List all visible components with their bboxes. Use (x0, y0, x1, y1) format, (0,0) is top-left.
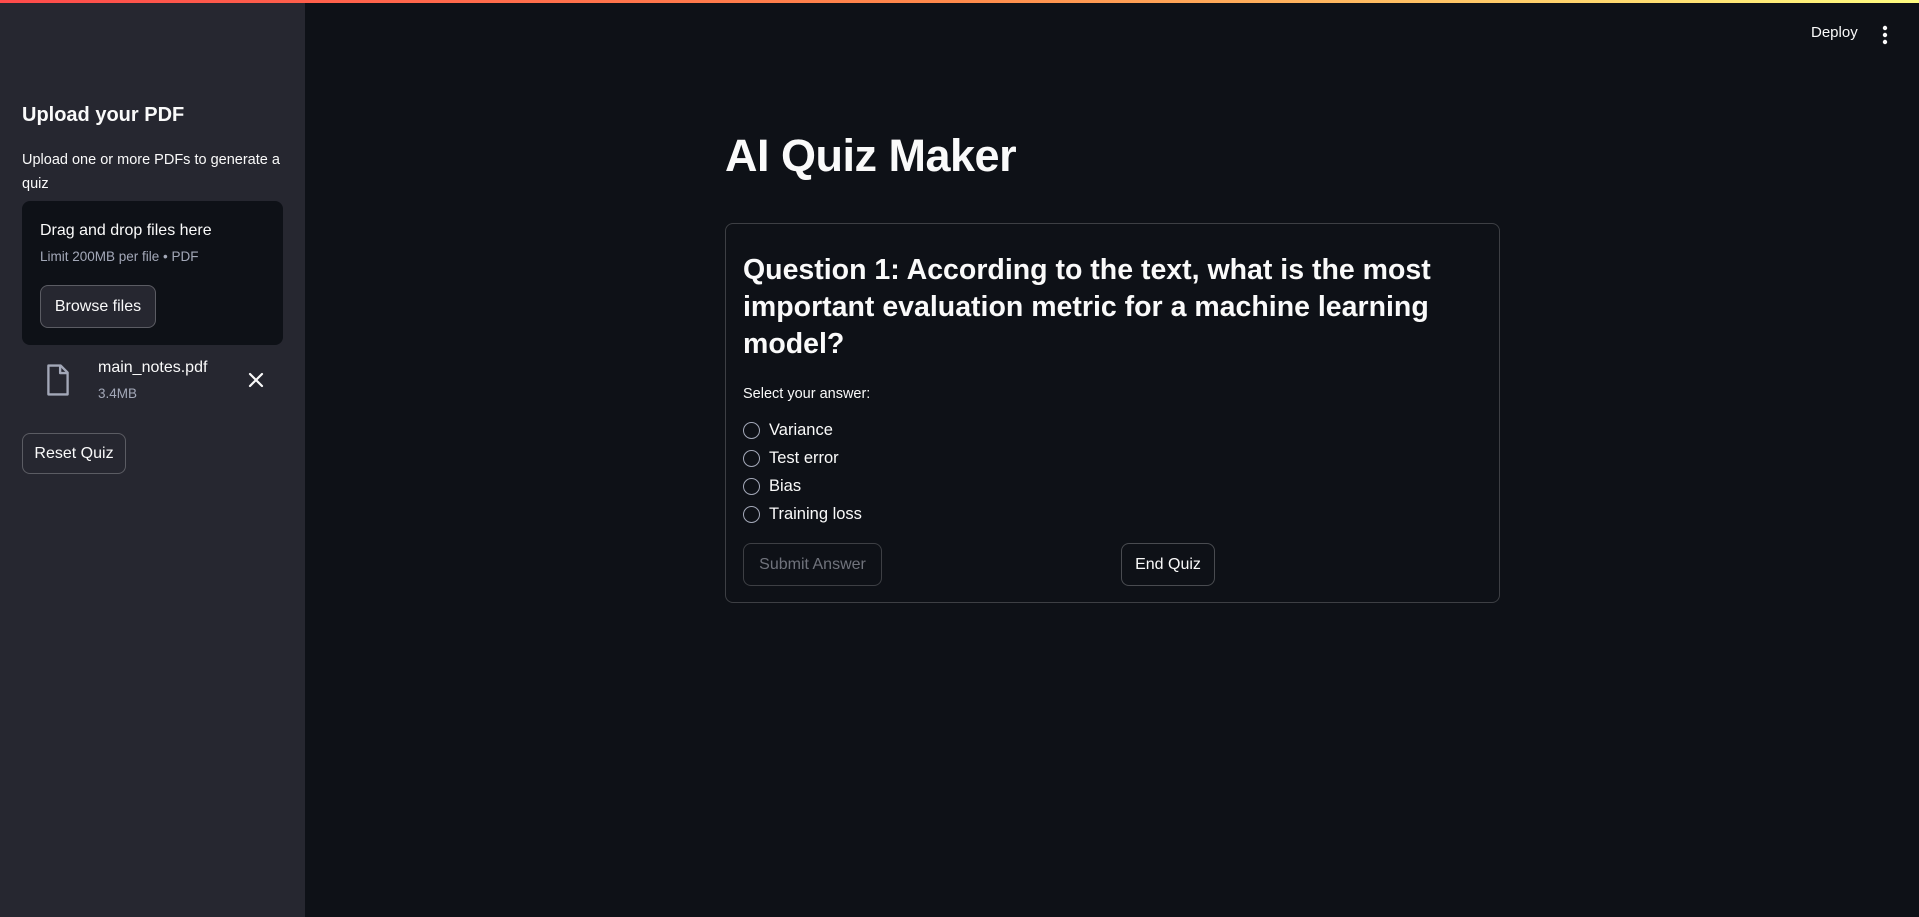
kebab-menu-icon[interactable] (1875, 23, 1895, 47)
end-quiz-button[interactable]: End Quiz (1121, 543, 1215, 586)
option-label: Test error (769, 448, 839, 467)
top-decoration-stripe (0, 0, 1919, 3)
deploy-button[interactable]: Deploy (1811, 24, 1858, 41)
answer-prompt: Select your answer: (743, 386, 871, 402)
radio-button[interactable] (743, 421, 760, 439)
dropzone-limit: Limit 200MB per file • PDF (40, 249, 199, 264)
reset-quiz-button[interactable]: Reset Quiz (22, 433, 126, 474)
answer-option[interactable]: Training loss (743, 500, 862, 528)
file-icon (47, 364, 69, 396)
answer-option[interactable]: Bias (743, 472, 862, 500)
answer-option[interactable]: Test error (743, 444, 862, 472)
radio-button[interactable] (743, 449, 760, 467)
quiz-form: Question 1: According to the text, what … (725, 223, 1500, 603)
uploaded-file-row: main_notes.pdf 3.4MB (40, 356, 270, 406)
page-title: AI Quiz Maker (725, 130, 1017, 181)
file-size: 3.4MB (98, 386, 138, 401)
close-icon[interactable] (244, 368, 268, 392)
option-label: Training loss (769, 504, 862, 523)
file-name: main_notes.pdf (98, 359, 208, 376)
sidebar-title: Upload your PDF (22, 104, 185, 126)
sidebar-description: Upload one or more PDFs to generate a qu… (22, 152, 280, 192)
option-label: Bias (769, 476, 802, 495)
answer-option[interactable]: Variance (743, 416, 862, 444)
answer-options: Variance Test error Bias Training loss (743, 416, 862, 528)
sidebar: Upload your PDF Upload one or more PDFs … (0, 0, 305, 917)
question-text: Question 1: According to the text, what … (743, 254, 1431, 360)
dropzone-title: Drag and drop files here (40, 222, 212, 239)
browse-files-button[interactable]: Browse files (40, 285, 156, 328)
radio-button[interactable] (743, 505, 760, 523)
option-label: Variance (769, 420, 833, 439)
radio-button[interactable] (743, 477, 760, 495)
file-dropzone[interactable]: Drag and drop files here Limit 200MB per… (22, 201, 283, 345)
submit-answer-button[interactable]: Submit Answer (743, 543, 882, 586)
